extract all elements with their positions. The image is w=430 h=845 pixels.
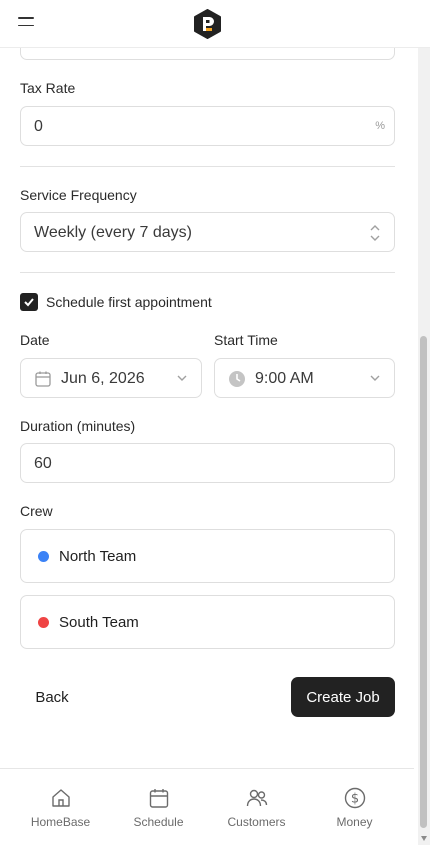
scroll-down-arrow[interactable] bbox=[421, 836, 427, 841]
nav-label: Customers bbox=[227, 815, 286, 829]
hamburger-icon[interactable] bbox=[18, 17, 34, 29]
dollar-circle-icon: $ bbox=[344, 787, 365, 809]
divider bbox=[20, 272, 395, 273]
team-color-dot bbox=[38, 551, 49, 562]
svg-text:$: $ bbox=[350, 792, 358, 807]
date-value: Jun 6, 2026 bbox=[61, 370, 145, 387]
service-frequency-value: Weekly (every 7 days) bbox=[34, 224, 192, 241]
clock-icon bbox=[229, 371, 245, 387]
divider bbox=[20, 166, 395, 167]
duration-value: 60 bbox=[34, 455, 52, 472]
duration-label: Duration (minutes) bbox=[20, 418, 136, 434]
scrollbar[interactable] bbox=[418, 0, 430, 845]
start-time-value: 9:00 AM bbox=[255, 370, 314, 387]
service-frequency-label: Service Frequency bbox=[20, 187, 137, 203]
date-picker[interactable]: Jun 6, 2026 bbox=[20, 358, 202, 398]
calendar-icon bbox=[149, 789, 168, 808]
nav-item-schedule[interactable]: Schedule bbox=[110, 769, 207, 845]
chevron-down-icon bbox=[177, 375, 187, 381]
crew-name: North Team bbox=[59, 548, 137, 565]
chevron-down-icon bbox=[370, 375, 380, 381]
app-header bbox=[0, 0, 430, 48]
bottom-nav: HomeBase Schedule Customers $ Money bbox=[0, 768, 414, 845]
home-icon bbox=[51, 789, 70, 807]
chevron-up-down-icon bbox=[370, 225, 380, 241]
users-icon bbox=[246, 789, 267, 807]
schedule-first-label: Schedule first appointment bbox=[46, 294, 212, 310]
crew-name: South Team bbox=[59, 614, 139, 631]
percent-suffix: % bbox=[375, 120, 385, 132]
tax-rate-label: Tax Rate bbox=[20, 80, 76, 96]
tax-rate-input[interactable]: 0 % bbox=[20, 106, 395, 146]
date-label: Date bbox=[20, 332, 50, 348]
schedule-first-checkbox[interactable] bbox=[20, 293, 38, 311]
check-icon bbox=[24, 298, 34, 307]
calendar-icon bbox=[35, 371, 51, 387]
create-job-button[interactable]: Create Job bbox=[291, 677, 395, 717]
app-logo[interactable] bbox=[193, 9, 222, 39]
nav-label: Money bbox=[336, 815, 373, 829]
team-color-dot bbox=[38, 617, 49, 628]
nav-item-customers[interactable]: Customers bbox=[208, 769, 305, 845]
tax-rate-value: 0 bbox=[34, 118, 43, 135]
start-time-picker[interactable]: 9:00 AM bbox=[214, 358, 395, 398]
crew-label: Crew bbox=[20, 503, 53, 519]
scrollbar-thumb[interactable] bbox=[420, 336, 427, 828]
duration-input[interactable]: 60 bbox=[20, 443, 395, 483]
nav-item-money[interactable]: $ Money bbox=[306, 769, 403, 845]
crew-option-south-team[interactable]: South Team bbox=[20, 595, 395, 649]
nav-label: HomeBase bbox=[30, 815, 91, 829]
nav-item-homebase[interactable]: HomeBase bbox=[12, 769, 109, 845]
service-frequency-select[interactable]: Weekly (every 7 days) bbox=[20, 212, 395, 252]
nav-label: Schedule bbox=[133, 815, 184, 829]
back-button[interactable]: Back bbox=[20, 677, 84, 717]
start-time-label: Start Time bbox=[214, 332, 278, 348]
crew-option-north-team[interactable]: North Team bbox=[20, 529, 395, 583]
